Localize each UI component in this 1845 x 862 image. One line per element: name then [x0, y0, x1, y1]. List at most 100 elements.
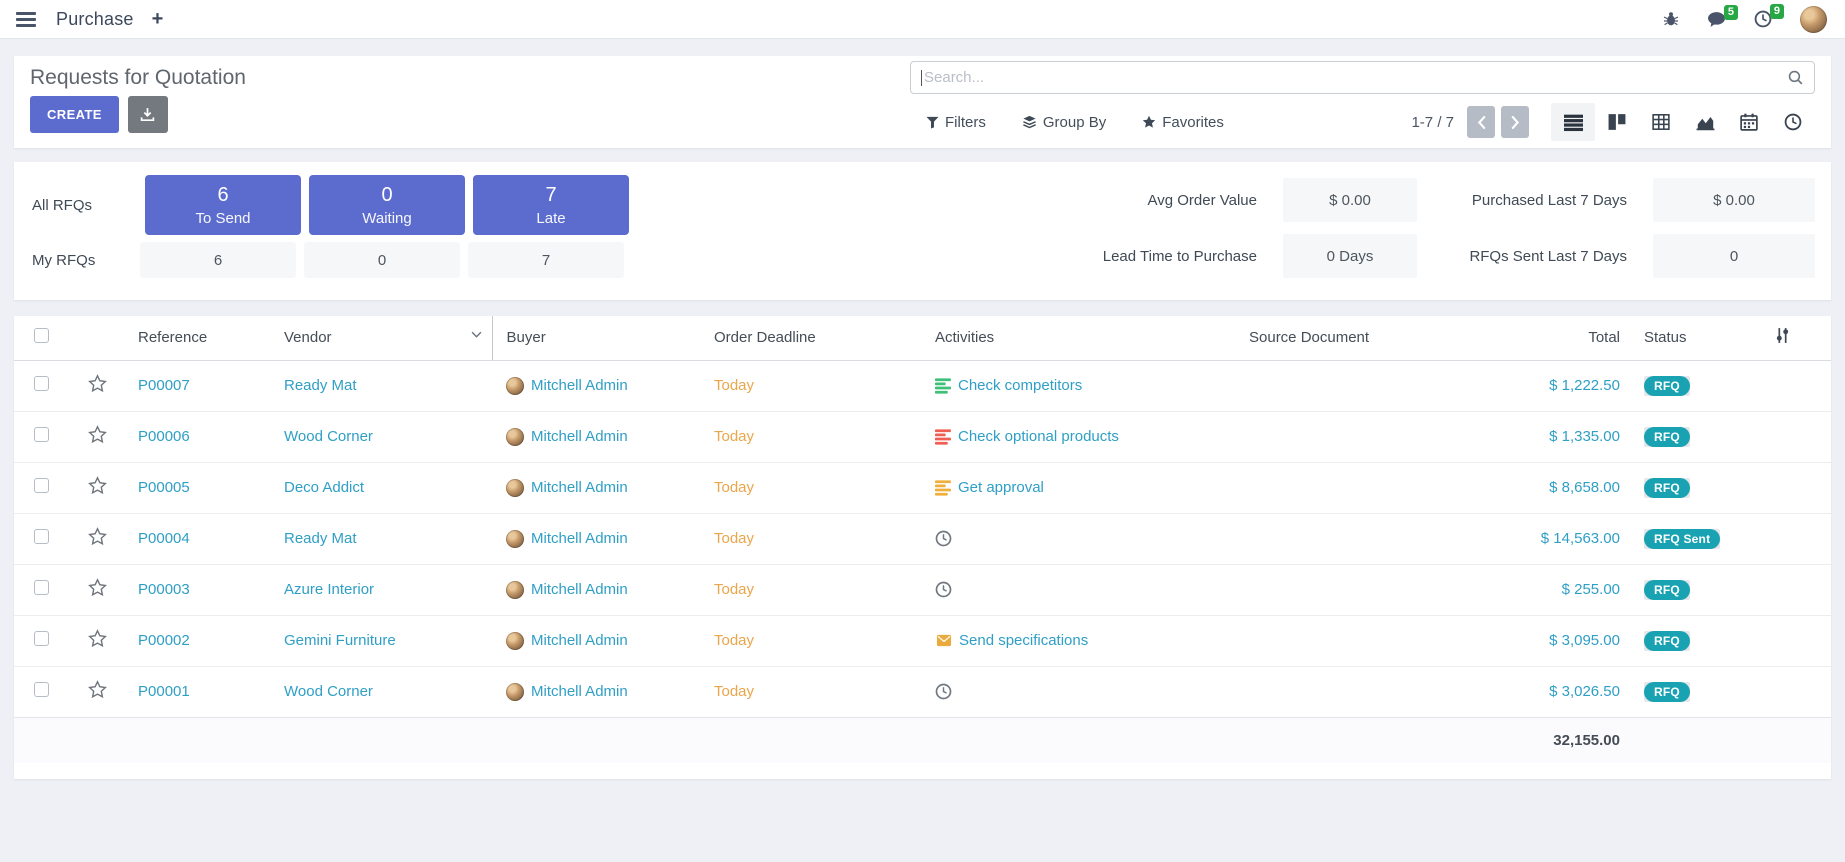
app-name[interactable]: Purchase	[56, 9, 134, 30]
view-switch-calendar[interactable]	[1727, 103, 1771, 141]
pager-previous-button[interactable]	[1467, 106, 1495, 138]
column-header-source-document[interactable]: Source Document	[1249, 316, 1459, 360]
order-deadline[interactable]: Today	[714, 428, 754, 445]
reference-link[interactable]: P00007	[138, 377, 190, 394]
group-by-button[interactable]: Group By	[1022, 114, 1106, 131]
order-deadline[interactable]: Today	[714, 632, 754, 649]
buyer-link[interactable]: Mitchell Admin	[531, 428, 628, 445]
column-header-buyer[interactable]: Buyer	[492, 316, 714, 360]
vendor-link[interactable]: Azure Interior	[284, 581, 374, 598]
favorite-star-icon[interactable]	[88, 629, 107, 648]
view-switch-graph[interactable]	[1683, 103, 1727, 141]
total-amount[interactable]: $ 3,095.00	[1459, 615, 1636, 666]
my-to-send-count[interactable]: 6	[140, 242, 296, 278]
reference-link[interactable]: P00001	[138, 683, 190, 700]
row-checkbox[interactable]	[34, 427, 49, 442]
activity-button[interactable]	[919, 683, 1249, 700]
order-deadline[interactable]: Today	[714, 581, 754, 598]
optional-columns-button[interactable]	[1774, 316, 1831, 360]
reference-link[interactable]: P00004	[138, 530, 190, 547]
buyer-link[interactable]: Mitchell Admin	[531, 377, 628, 394]
buyer-link[interactable]: Mitchell Admin	[531, 479, 628, 496]
debug-bug-icon[interactable]	[1663, 11, 1679, 27]
kpi-waiting-button[interactable]: 0 Waiting	[309, 175, 465, 235]
view-switch-list[interactable]	[1551, 103, 1595, 141]
vendor-link[interactable]: Deco Addict	[284, 479, 364, 496]
favorite-star-icon[interactable]	[88, 374, 107, 393]
reference-link[interactable]: P00003	[138, 581, 190, 598]
view-switch-kanban[interactable]	[1595, 103, 1639, 141]
buyer-link[interactable]: Mitchell Admin	[531, 530, 628, 547]
row-checkbox[interactable]	[34, 529, 49, 544]
row-checkbox[interactable]	[34, 478, 49, 493]
export-button[interactable]	[128, 96, 168, 133]
new-tab-button[interactable]: +	[152, 9, 164, 29]
create-button[interactable]: CREATE	[30, 96, 119, 133]
reference-link[interactable]: P00006	[138, 428, 190, 445]
column-header-status[interactable]: Status	[1636, 316, 1774, 360]
table-row[interactable]: P00001 Wood Corner Mitchell Admin Today …	[14, 666, 1831, 717]
vendor-link[interactable]: Wood Corner	[284, 683, 373, 700]
order-deadline[interactable]: Today	[714, 377, 754, 394]
reference-link[interactable]: P00005	[138, 479, 190, 496]
table-row[interactable]: P00007 Ready Mat Mitchell Admin Today Ch…	[14, 360, 1831, 411]
favorite-star-icon[interactable]	[88, 527, 107, 546]
column-header-reference[interactable]: Reference	[138, 316, 284, 360]
my-late-count[interactable]: 7	[468, 242, 624, 278]
select-all-checkbox[interactable]	[34, 328, 49, 343]
table-row[interactable]: P00006 Wood Corner Mitchell Admin Today …	[14, 411, 1831, 462]
activity-button[interactable]: Check optional products	[919, 428, 1249, 445]
user-avatar[interactable]	[1800, 6, 1827, 33]
apps-menu-icon[interactable]	[14, 10, 38, 29]
buyer-link[interactable]: Mitchell Admin	[531, 632, 628, 649]
column-header-vendor[interactable]: Vendor	[284, 316, 492, 360]
column-header-order-deadline[interactable]: Order Deadline	[714, 316, 919, 360]
vendor-link[interactable]: Ready Mat	[284, 530, 357, 547]
kpi-late-button[interactable]: 7 Late	[473, 175, 629, 235]
view-switch-pivot[interactable]	[1639, 103, 1683, 141]
kpi-to-send-button[interactable]: 6 To Send	[145, 175, 301, 235]
activity-button[interactable]	[919, 530, 1249, 547]
favorite-star-icon[interactable]	[88, 476, 107, 495]
my-waiting-count[interactable]: 0	[304, 242, 460, 278]
favorite-star-icon[interactable]	[88, 578, 107, 597]
activity-button[interactable]: Check competitors	[919, 377, 1249, 394]
search-icon[interactable]	[1787, 69, 1804, 86]
favorite-star-icon[interactable]	[88, 680, 107, 699]
order-deadline[interactable]: Today	[714, 530, 754, 547]
column-header-activities[interactable]: Activities	[919, 316, 1249, 360]
row-checkbox[interactable]	[34, 631, 49, 646]
column-header-total[interactable]: Total	[1459, 316, 1636, 360]
table-row[interactable]: P00003 Azure Interior Mitchell Admin Tod…	[14, 564, 1831, 615]
table-row[interactable]: P00005 Deco Addict Mitchell Admin Today …	[14, 462, 1831, 513]
total-amount[interactable]: $ 255.00	[1459, 564, 1636, 615]
messages-button[interactable]: 5	[1707, 11, 1726, 28]
order-deadline[interactable]: Today	[714, 479, 754, 496]
favorite-star-icon[interactable]	[88, 425, 107, 444]
reference-link[interactable]: P00002	[138, 632, 190, 649]
view-switch-activity[interactable]	[1771, 103, 1815, 141]
table-row[interactable]: P00002 Gemini Furniture Mitchell Admin T…	[14, 615, 1831, 666]
activity-button[interactable]	[919, 581, 1249, 598]
activity-button[interactable]: Send specifications	[919, 632, 1249, 649]
row-checkbox[interactable]	[34, 376, 49, 391]
favorites-button[interactable]: Favorites	[1142, 114, 1224, 131]
vendor-link[interactable]: Ready Mat	[284, 377, 357, 394]
buyer-link[interactable]: Mitchell Admin	[531, 581, 628, 598]
order-deadline[interactable]: Today	[714, 683, 754, 700]
row-checkbox[interactable]	[34, 580, 49, 595]
pager-next-button[interactable]	[1501, 106, 1529, 138]
activities-button[interactable]: 9	[1754, 10, 1772, 28]
search-input[interactable]: Search...	[910, 61, 1815, 94]
total-amount[interactable]: $ 8,658.00	[1459, 462, 1636, 513]
vendor-link[interactable]: Gemini Furniture	[284, 632, 396, 649]
total-amount[interactable]: $ 14,563.00	[1459, 513, 1636, 564]
table-row[interactable]: P00004 Ready Mat Mitchell Admin Today $ …	[14, 513, 1831, 564]
total-amount[interactable]: $ 1,335.00	[1459, 411, 1636, 462]
row-checkbox[interactable]	[34, 682, 49, 697]
filters-button[interactable]: Filters	[926, 114, 986, 131]
total-amount[interactable]: $ 1,222.50	[1459, 360, 1636, 411]
buyer-link[interactable]: Mitchell Admin	[531, 683, 628, 700]
total-amount[interactable]: $ 3,026.50	[1459, 666, 1636, 717]
activity-button[interactable]: Get approval	[919, 479, 1249, 496]
